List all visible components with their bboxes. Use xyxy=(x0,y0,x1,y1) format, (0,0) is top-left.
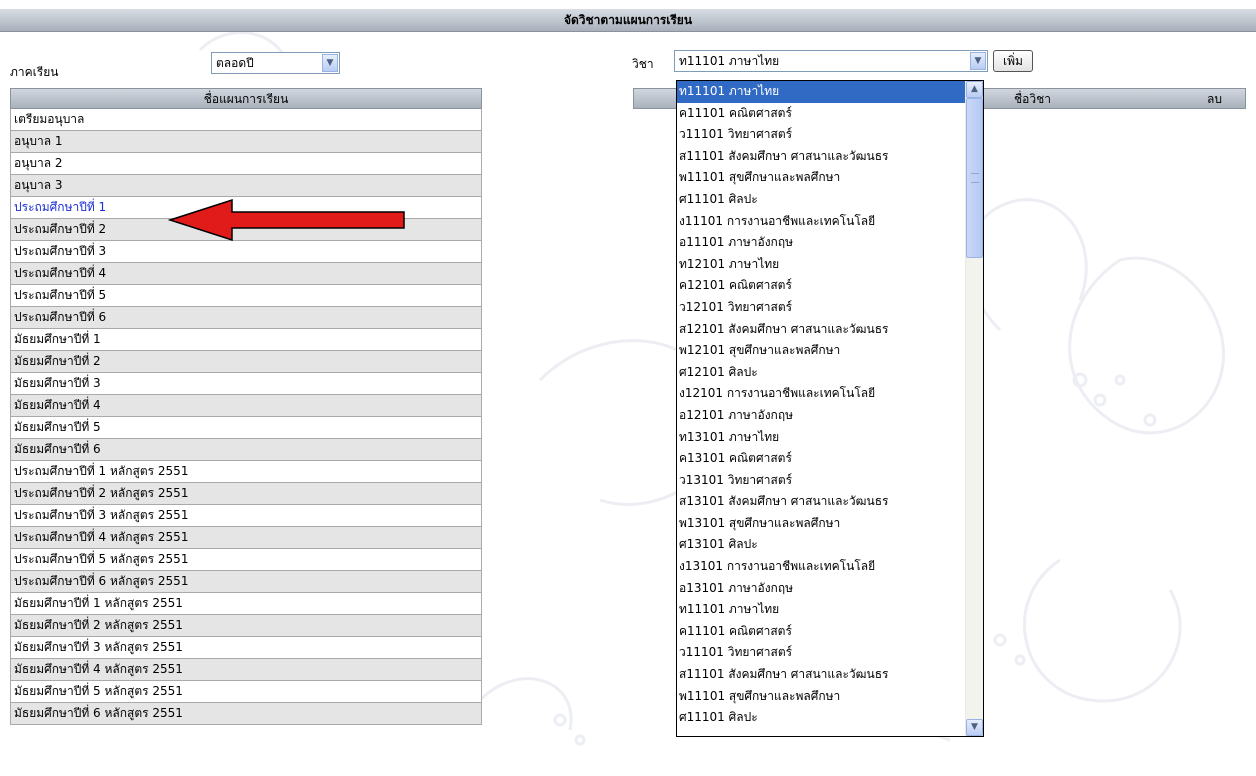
dropdown-option[interactable]: ส11101 สังคมศึกษา ศาสนาและวัฒนธร xyxy=(677,146,983,168)
dropdown-option[interactable]: ว12101 วิทยาศาสตร์ xyxy=(677,297,983,319)
dropdown-option[interactable]: ศ12101 ศิลปะ xyxy=(677,362,983,384)
dropdown-option[interactable]: ค13101 คณิตศาสตร์ xyxy=(677,448,983,470)
scroll-down-icon[interactable]: ▼ xyxy=(966,719,983,736)
chevron-down-icon[interactable]: ▼ xyxy=(970,52,986,70)
dropdown-option[interactable]: ค11101 คณิตศาสตร์ xyxy=(677,621,983,643)
dropdown-option[interactable]: ว11101 วิทยาศาสตร์ xyxy=(677,124,983,146)
dropdown-option[interactable]: ค12101 คณิตศาสตร์ xyxy=(677,275,983,297)
dropdown-option[interactable]: พ11101 สุขศึกษาและพลศึกษา xyxy=(677,167,983,189)
dropdown-option[interactable]: ง13101 การงานอาชีพและเทคโนโลยี xyxy=(677,556,983,578)
plan-row[interactable]: มัธยมศึกษาปีที่ 3 xyxy=(10,373,482,395)
dropdown-option[interactable]: อ11101 ภาษาอังกฤษ xyxy=(677,232,983,254)
plan-row[interactable]: มัธยมศึกษาปีที่ 2 หลักสูตร 2551 xyxy=(10,615,482,637)
subject-name-column: ชื่อวิชา xyxy=(1014,92,1051,106)
plan-row[interactable]: อนุบาล 1 xyxy=(10,131,482,153)
plan-row[interactable]: มัธยมศึกษาปีที่ 5 หลักสูตร 2551 xyxy=(10,681,482,703)
term-select-value: ตลอดปี xyxy=(216,56,254,70)
dropdown-option[interactable]: ท13101 ภาษาไทย xyxy=(677,427,983,449)
dropdown-option[interactable]: ว11101 วิทยาศาสตร์ xyxy=(677,642,983,664)
term-select[interactable]: ตลอดปี ▼ xyxy=(211,52,340,74)
subject-select[interactable]: ท11101 ภาษาไทย ▼ xyxy=(674,50,988,72)
plan-table: ชื่อแผนการเรียน เตรียมอนุบาล อนุบาล 1 อนุบ… xyxy=(10,88,482,725)
plan-row[interactable]: มัธยมศึกษาปีที่ 2 xyxy=(10,351,482,373)
plan-row[interactable]: มัธยมศึกษาปีที่ 4 xyxy=(10,395,482,417)
plan-row[interactable]: อนุบาล 3 xyxy=(10,175,482,197)
dropdown-option[interactable]: ศ11101 ศิลปะ xyxy=(677,189,983,211)
dropdown-option[interactable]: พ13101 สุขศึกษาและพลศึกษา xyxy=(677,513,983,535)
plan-table-header: ชื่อแผนการเรียน xyxy=(10,88,482,109)
dropdown-option[interactable]: ศ13101 ศิลปะ xyxy=(677,534,983,556)
dropdown-option[interactable]: ส12101 สังคมศึกษา ศาสนาและวัฒนธร xyxy=(677,319,983,341)
chevron-down-icon[interactable]: ▼ xyxy=(322,54,338,72)
plan-row[interactable]: ประถมศึกษาปีที่ 2 หลักสูตร 2551 xyxy=(10,483,482,505)
dropdown-option[interactable]: พ12101 สุขศึกษาและพลศึกษา xyxy=(677,340,983,362)
dropdown-option[interactable]: ว13101 วิทยาศาสตร์ xyxy=(677,470,983,492)
dropdown-items: ท11101 ภาษาไทย ค11101 คณิตศาสตร์ ว11101 วิ… xyxy=(677,81,983,729)
dropdown-option[interactable]: ส11101 สังคมศึกษา ศาสนาและวัฒนธร xyxy=(677,664,983,686)
plan-row[interactable]: มัธยมศึกษาปีที่ 6 xyxy=(10,439,482,461)
subject-dropdown-list[interactable]: ท11101 ภาษาไทย ค11101 คณิตศาสตร์ ว11101 วิ… xyxy=(676,80,984,737)
dropdown-option[interactable]: อ13101 ภาษาอังกฤษ xyxy=(677,578,983,600)
plan-row[interactable]: ประถมศึกษาปีที่ 6 xyxy=(10,307,482,329)
plan-row[interactable]: ประถมศึกษาปีที่ 3 xyxy=(10,241,482,263)
dropdown-option[interactable]: ท11101 ภาษาไทย xyxy=(677,81,983,103)
page-title: จัดวิชาตามแผนการเรียน xyxy=(0,9,1256,32)
plan-row[interactable]: มัธยมศึกษาปีที่ 5 xyxy=(10,417,482,439)
plan-row[interactable]: อนุบาล 2 xyxy=(10,153,482,175)
dropdown-scrollbar[interactable]: ▲ ▼ xyxy=(965,81,983,736)
scroll-thumb[interactable] xyxy=(966,98,983,258)
dropdown-option[interactable]: ท11101 ภาษาไทย xyxy=(677,599,983,621)
red-arrow-icon xyxy=(168,198,405,242)
plan-row[interactable]: มัธยมศึกษาปีที่ 1 หลักสูตร 2551 xyxy=(10,593,482,615)
dropdown-option[interactable]: ท12101 ภาษาไทย xyxy=(677,254,983,276)
dropdown-option[interactable]: ง11101 การงานอาชีพและเทคโนโลยี xyxy=(677,211,983,233)
plan-row[interactable]: มัธยมศึกษาปีที่ 1 xyxy=(10,329,482,351)
delete-column: ลบ xyxy=(1207,92,1222,106)
add-subject-button[interactable]: เพิ่ม xyxy=(993,50,1033,72)
scroll-up-icon[interactable]: ▲ xyxy=(966,81,983,98)
subject-label: วิชา xyxy=(632,57,654,71)
plan-row[interactable]: ประถมศึกษาปีที่ 5 xyxy=(10,285,482,307)
plan-row[interactable]: ประถมศึกษาปีที่ 5 หลักสูตร 2551 xyxy=(10,549,482,571)
dropdown-option[interactable]: ง12101 การงานอาชีพและเทคโนโลยี xyxy=(677,383,983,405)
dropdown-option[interactable]: ส13101 สังคมศึกษา ศาสนาและวัฒนธร xyxy=(677,491,983,513)
plan-row[interactable]: ประถมศึกษาปีที่ 1 หลักสูตร 2551 xyxy=(10,461,482,483)
dropdown-option[interactable]: ค11101 คณิตศาสตร์ xyxy=(677,103,983,125)
plan-row[interactable]: มัธยมศึกษาปีที่ 6 หลักสูตร 2551 xyxy=(10,703,482,725)
plan-row[interactable]: เตรียมอนุบาล xyxy=(10,109,482,131)
plan-row[interactable]: ประถมศึกษาปีที่ 3 หลักสูตร 2551 xyxy=(10,505,482,527)
dropdown-option[interactable]: ศ11101 ศิลปะ xyxy=(677,707,983,729)
dropdown-option[interactable]: อ12101 ภาษาอังกฤษ xyxy=(677,405,983,427)
plan-row[interactable]: มัธยมศึกษาปีที่ 3 หลักสูตร 2551 xyxy=(10,637,482,659)
plan-row[interactable]: มัธยมศึกษาปีที่ 4 หลักสูตร 2551 xyxy=(10,659,482,681)
plan-row[interactable]: ประถมศึกษาปีที่ 4 หลักสูตร 2551 xyxy=(10,527,482,549)
dropdown-option[interactable]: พ11101 สุขศึกษาและพลศึกษา xyxy=(677,686,983,708)
plan-row[interactable]: ประถมศึกษาปีที่ 6 หลักสูตร 2551 xyxy=(10,571,482,593)
term-label: ภาคเรียน xyxy=(10,65,59,79)
subject-select-value: ท11101 ภาษาไทย xyxy=(679,54,780,68)
plan-row[interactable]: ประถมศึกษาปีที่ 4 xyxy=(10,263,482,285)
